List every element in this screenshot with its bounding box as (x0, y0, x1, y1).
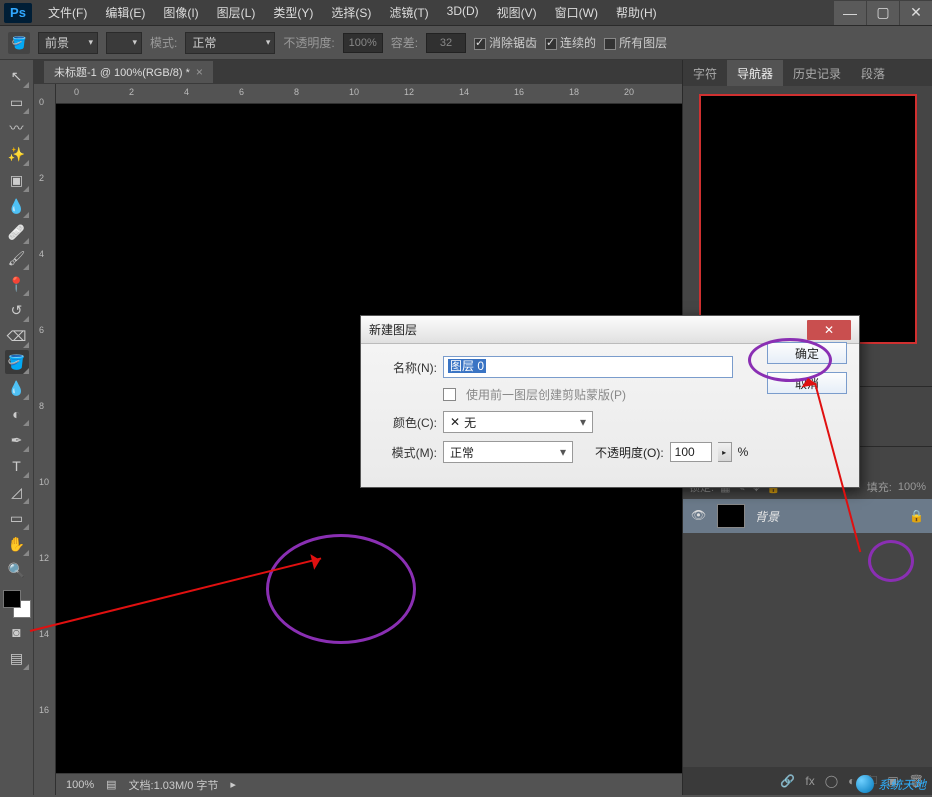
brush-tool[interactable]: 🖌 (5, 246, 29, 270)
eraser-tool[interactable]: ⌫ (5, 324, 29, 348)
zoom-level[interactable]: 100% (66, 779, 94, 791)
lasso-tool[interactable]: 〰 (5, 116, 29, 140)
ps-logo-icon: Ps (4, 3, 32, 23)
doc-status: 文档:1.03M/0 字节 (129, 777, 219, 793)
fill-label: 填充: (867, 479, 892, 495)
tab-character[interactable]: 字符 (683, 60, 727, 86)
layer-thumbnail[interactable] (717, 504, 745, 528)
crop-tool[interactable]: ▣ (5, 168, 29, 192)
doc-info-icon[interactable]: ▤ (106, 778, 116, 791)
heal-tool[interactable]: 🩹 (5, 220, 29, 244)
dodge-tool[interactable]: ◐ (5, 402, 29, 426)
layer-name: 背景 (755, 508, 779, 525)
bucket-tool[interactable]: 🪣 (5, 350, 29, 374)
menu-filter[interactable]: 滤镜(T) (381, 1, 436, 24)
menu-layer[interactable]: 图层(L) (209, 1, 264, 24)
contiguous-checkbox[interactable]: 连续的 (545, 34, 596, 51)
name-label: 名称(N): (371, 359, 437, 376)
fx-icon[interactable]: fx (805, 774, 814, 788)
menu-view[interactable]: 视图(V) (489, 1, 545, 24)
fill-value[interactable]: 100% (898, 481, 926, 493)
tolerance-label: 容差: (391, 34, 418, 51)
current-tool-icon: 🪣 (8, 32, 30, 54)
window-close-button[interactable]: ✕ (900, 1, 932, 25)
blur-tool[interactable]: 💧 (5, 376, 29, 400)
mode-dropdown[interactable]: 正常 (443, 441, 573, 463)
tolerance-input[interactable]: 32 (426, 33, 466, 53)
color-label: 颜色(C): (371, 414, 437, 431)
wand-tool[interactable]: ✨ (5, 142, 29, 166)
dialog-title: 新建图层 (369, 321, 417, 338)
foreground-swatch[interactable] (3, 590, 21, 608)
dlg-mode-label: 模式(M): (371, 444, 437, 461)
clipmask-label: 使用前一图层创建剪贴蒙版(P) (466, 386, 626, 403)
menu-bar: 文件(F) 编辑(E) 图像(I) 图层(L) 类型(Y) 选择(S) 滤镜(T… (40, 1, 833, 24)
fill-source-dropdown[interactable]: 前景 (38, 32, 98, 54)
menu-3d[interactable]: 3D(D) (439, 1, 487, 24)
move-tool[interactable]: ↖ (5, 64, 29, 88)
eyedropper-tool[interactable]: 💧 (5, 194, 29, 218)
percent-label: % (738, 445, 749, 459)
annotation-circle-canvas (266, 534, 416, 644)
zoom-tool[interactable]: 🔍 (5, 558, 29, 582)
type-tool[interactable]: T (5, 454, 29, 478)
ruler-horizontal: 02468101214161820 (56, 84, 682, 104)
menu-file[interactable]: 文件(F) (40, 1, 95, 24)
blend-mode-dropdown[interactable]: 正常 (185, 32, 275, 54)
adjustment-icon[interactable]: ◐ (848, 774, 855, 788)
annotation-arrowhead-2 (799, 369, 818, 388)
menu-type[interactable]: 类型(Y) (265, 1, 321, 24)
color-swatches[interactable] (3, 590, 31, 618)
visibility-icon[interactable]: 👁 (691, 508, 707, 524)
quickmask-toggle[interactable]: ◙ (5, 620, 29, 644)
link-layers-icon[interactable]: 🔗 (780, 774, 795, 788)
screenmode-toggle[interactable]: ▤ (5, 646, 29, 670)
lock-icon: 🔒 (909, 509, 924, 523)
dlg-opacity-label: 不透明度(O): (595, 444, 664, 461)
menu-image[interactable]: 图像(I) (155, 1, 206, 24)
path-tool[interactable]: ◿ (5, 480, 29, 504)
all-layers-checkbox[interactable]: 所有图层 (604, 34, 667, 51)
layer-name-input[interactable]: 图层 0 (443, 356, 733, 378)
tab-history[interactable]: 历史记录 (783, 60, 851, 86)
watermark: 系统天地 (856, 775, 926, 793)
stamp-tool[interactable]: 📍 (5, 272, 29, 296)
annotation-circle-lock (868, 540, 914, 582)
pattern-picker[interactable] (106, 32, 142, 54)
mode-label: 模式: (150, 34, 177, 51)
pen-tool[interactable]: ✒ (5, 428, 29, 452)
document-tab[interactable]: 未标题-1 @ 100%(RGB/8) *× (44, 61, 213, 83)
window-minimize-button[interactable]: — (834, 1, 866, 25)
opacity-spinner[interactable]: ▸ (718, 442, 732, 462)
opacity-label: 不透明度: (283, 34, 334, 51)
navigator-thumbnail[interactable] (699, 94, 917, 344)
shape-tool[interactable]: ▭ (5, 506, 29, 530)
menu-window[interactable]: 窗口(W) (547, 1, 606, 24)
history-brush-tool[interactable]: ↺ (5, 298, 29, 322)
ruler-vertical: 0246810121416 (34, 84, 56, 795)
window-maximize-button[interactable]: ▢ (867, 1, 899, 25)
tab-navigator[interactable]: 导航器 (727, 60, 783, 86)
color-dropdown[interactable]: ✕无 (443, 411, 593, 433)
menu-edit[interactable]: 编辑(E) (97, 1, 153, 24)
menu-select[interactable]: 选择(S) (323, 1, 379, 24)
dialog-close-button[interactable]: ✕ (807, 320, 851, 340)
clipmask-checkbox[interactable] (443, 388, 456, 401)
status-arrow-icon[interactable]: ▸ (230, 778, 236, 791)
marquee-tool[interactable]: ▭ (5, 90, 29, 114)
antialias-checkbox[interactable]: 消除锯齿 (474, 34, 537, 51)
hand-tool[interactable]: ✋ (5, 532, 29, 556)
mask-icon[interactable]: ◯ (825, 774, 838, 788)
menu-help[interactable]: 帮助(H) (608, 1, 665, 24)
dlg-opacity-input[interactable]: 100 (670, 442, 712, 462)
annotation-circle-ok (748, 338, 832, 382)
tab-paragraph[interactable]: 段落 (851, 60, 895, 86)
layer-row-background[interactable]: 👁 背景 🔒 (683, 499, 932, 533)
opacity-input[interactable]: 100% (343, 33, 383, 53)
close-tab-icon[interactable]: × (196, 65, 203, 79)
tool-palette: ↖ ▭ 〰 ✨ ▣ 💧 🩹 🖌 📍 ↺ ⌫ 🪣 💧 ◐ ✒ T ◿ ▭ ✋ 🔍 … (0, 60, 34, 795)
